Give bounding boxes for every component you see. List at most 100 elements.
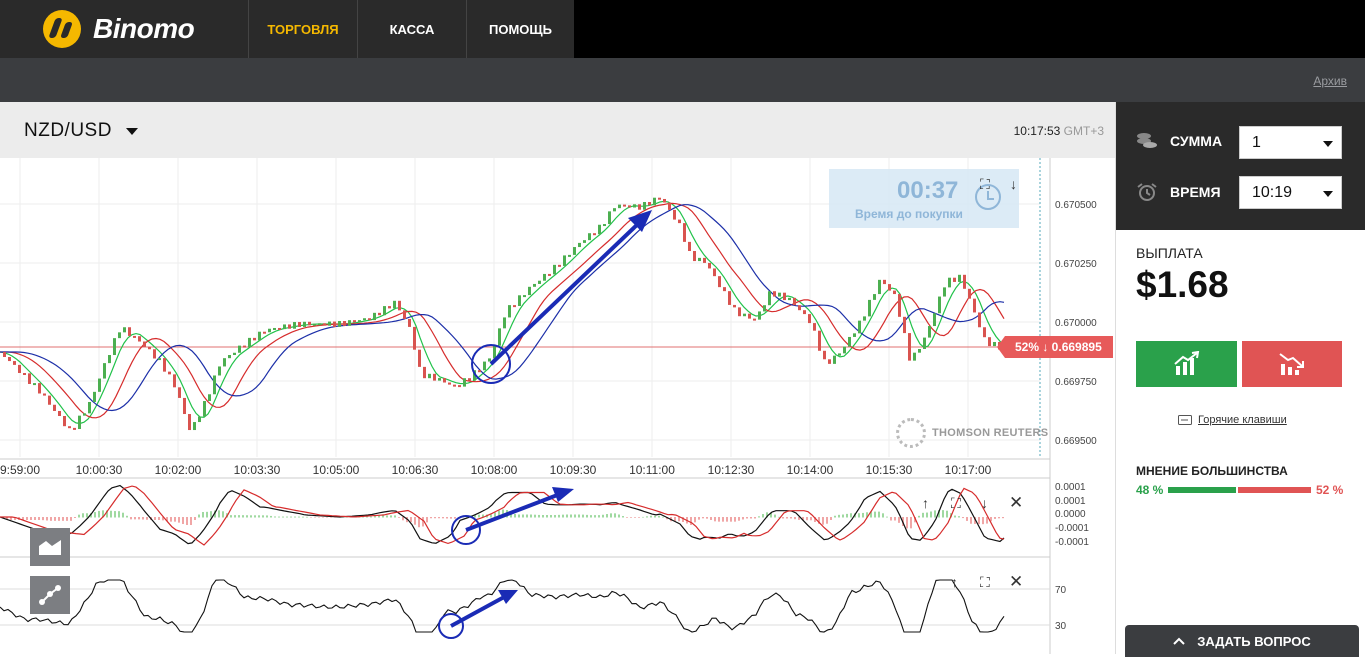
candle (908, 333, 911, 361)
price-tick-label: 0.670250 (1055, 259, 1097, 270)
macd-histogram-bar (178, 517, 180, 523)
candle (453, 384, 456, 387)
macd-histogram-bar (774, 514, 776, 518)
put-down-button[interactable] (1242, 341, 1342, 387)
arrow-up-icon[interactable]: ↑ (922, 495, 929, 511)
macd-histogram-bar (26, 517, 28, 520)
macd-histogram-bar (434, 517, 436, 519)
candle (718, 276, 721, 288)
candle (393, 300, 396, 309)
candle (233, 352, 236, 356)
candle (538, 280, 541, 284)
candle (678, 219, 681, 224)
macd-histogram-bar (270, 515, 272, 518)
logo[interactable]: Binomo (0, 0, 248, 58)
candle (383, 306, 386, 316)
macd-histogram-bar (110, 510, 112, 518)
fullscreen-icon[interactable]: ⛶ (980, 176, 990, 193)
candle (603, 224, 606, 227)
nav-help[interactable]: ПОМОЩЬ (466, 0, 574, 58)
candle (798, 305, 801, 311)
macd-histogram-bar (186, 517, 188, 525)
arrow-up-icon[interactable]: ↑ (951, 574, 958, 590)
candle (963, 274, 966, 289)
alarm-clock-icon (1137, 183, 1157, 201)
candle (293, 322, 296, 329)
candle (258, 331, 261, 341)
macd-histogram-bar (982, 517, 984, 525)
close-icon[interactable]: ✕ (1009, 493, 1023, 513)
macd-histogram-bar (578, 514, 580, 518)
candle (868, 299, 871, 317)
indicators-button[interactable] (30, 576, 70, 614)
macd-histogram-bar (574, 514, 576, 518)
macd-histogram-bar (794, 517, 796, 520)
candle (303, 321, 306, 327)
candle (953, 277, 956, 282)
trade-settings: СУММА 1 ВРЕМЯ 10:19 (1116, 102, 1365, 230)
fullscreen-icon[interactable]: ⛶ (980, 574, 990, 591)
hotkeys-label: Горячие клавиши (1198, 414, 1287, 426)
macd-histogram-bar (898, 517, 900, 523)
archive-link[interactable]: Архив (1313, 74, 1347, 88)
candle (443, 378, 446, 383)
candle (758, 311, 761, 320)
hotkeys-link[interactable]: Горячие клавиши (1178, 414, 1287, 426)
macd-histogram-bar (930, 511, 932, 518)
candle (733, 304, 736, 308)
candle (748, 313, 751, 319)
nav-cashier[interactable]: КАССА (357, 0, 466, 58)
candle (628, 205, 631, 208)
candle (533, 283, 536, 287)
macd-histogram-bar (154, 517, 156, 520)
macd-histogram-bar (586, 514, 588, 518)
macd-histogram-bar (210, 511, 212, 518)
candle (863, 316, 866, 321)
majority-up-value: 48 % (1136, 483, 1164, 497)
ask-question-button[interactable]: ЗАДАТЬ ВОПРОС (1125, 625, 1359, 657)
arrow-down-icon[interactable]: ↓ (981, 495, 988, 511)
candle (703, 257, 706, 263)
call-up-button[interactable] (1136, 341, 1237, 387)
macd-histogram-bar (550, 515, 552, 518)
expiry-time-select[interactable]: 10:19 (1239, 176, 1342, 209)
candle (708, 262, 711, 269)
candle (753, 318, 756, 321)
macd-histogram-bar (286, 516, 288, 518)
candle (693, 251, 696, 262)
thomson-reuters-logo: THOMSON REUTERS (896, 418, 1048, 448)
macd-histogram-bar (198, 514, 200, 518)
macd-histogram-bar (114, 511, 116, 518)
candle (568, 254, 571, 257)
candle (573, 247, 576, 255)
macd-tick-label: 0.0001 (1055, 496, 1086, 507)
macd-histogram-bar (710, 517, 712, 520)
candle (133, 335, 136, 338)
macd-tick-label: -0.0001 (1055, 537, 1089, 548)
chart-type-button[interactable] (30, 528, 70, 566)
candle (818, 330, 821, 351)
amount-select[interactable]: 1 (1239, 126, 1342, 159)
candle (253, 337, 256, 341)
macd-tick-label: 0.0001 (1055, 482, 1086, 493)
macd-histogram-bar (942, 510, 944, 518)
macd-histogram-bar (922, 512, 924, 518)
annotation-arrow (450, 594, 507, 628)
candle (28, 373, 31, 384)
close-icon[interactable]: ✕ (1009, 572, 1023, 592)
candle (673, 209, 676, 220)
nav-trading[interactable]: ТОРГОВЛЯ (248, 0, 357, 58)
candle (268, 328, 271, 333)
macd-histogram-bar (238, 515, 240, 518)
macd-histogram-bar (254, 515, 256, 518)
candle (663, 198, 666, 203)
candle (498, 328, 501, 346)
macd-histogram-bar (810, 517, 812, 521)
macd-histogram-bar (234, 515, 236, 518)
macd-histogram-bar (246, 515, 248, 518)
fullscreen-icon[interactable]: ⛶ (951, 495, 961, 512)
candle (723, 287, 726, 292)
candle (833, 355, 836, 364)
arrow-down-icon[interactable]: ↓ (1010, 176, 1017, 192)
macd-histogram-bar (290, 516, 292, 518)
